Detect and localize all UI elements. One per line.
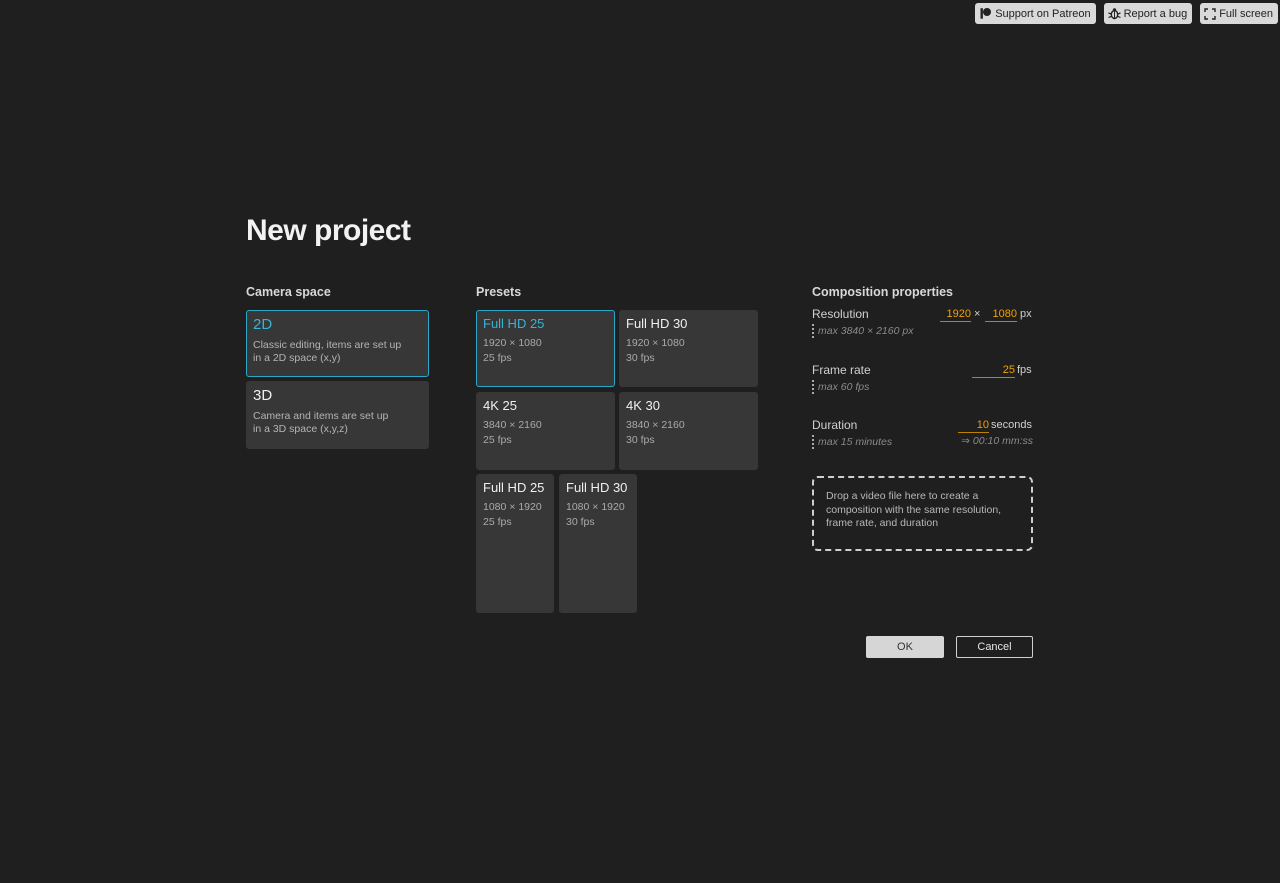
preset-title: 4K 25	[483, 398, 517, 413]
preset-fps: 30 fps	[626, 434, 655, 446]
preset-title: Full HD 25	[483, 316, 545, 331]
support-patreon-button[interactable]: Support on Patreon	[975, 3, 1096, 24]
composition-heading: Composition properties	[812, 285, 953, 299]
dropzone-text-line1: Drop a video file here to create a	[826, 490, 979, 502]
preset-card[interactable]: Full HD 30 1920 × 1080 30 fps	[619, 310, 758, 387]
frame-rate-input[interactable]: 25	[972, 364, 1015, 378]
preset-resolution: 3840 × 2160	[626, 419, 685, 431]
camera-option-desc-line1: Classic editing, items are set up	[253, 339, 402, 351]
preset-fps: 25 fps	[483, 434, 512, 446]
preset-fps: 25 fps	[483, 352, 512, 364]
camera-option-desc-line2: in a 3D space (x,y,z)	[253, 423, 348, 435]
duration-hint: max 15 minutes	[812, 435, 892, 449]
resolution-width-input[interactable]: 1920	[940, 308, 971, 322]
preset-resolution: 1920 × 1080	[626, 337, 685, 349]
full-screen-label: Full screen	[1219, 7, 1273, 20]
preset-title: 4K 30	[626, 398, 660, 413]
duration-label: Duration	[812, 418, 858, 432]
preset-resolution: 1080 × 1920	[566, 501, 625, 513]
dropzone-text-line2: composition with the same resolution,	[826, 503, 1002, 516]
frame-rate-unit: fps	[1017, 364, 1032, 376]
preset-title: Full HD 25	[483, 480, 545, 495]
resolution-label: Resolution	[812, 307, 869, 321]
camera-option-title: 3D	[253, 387, 273, 404]
preset-resolution: 3840 × 2160	[483, 419, 542, 431]
full-screen-button[interactable]: Full screen	[1200, 3, 1278, 24]
video-drop-zone[interactable]: Drop a video file here to create a compo…	[812, 476, 1033, 551]
cancel-button[interactable]: Cancel	[956, 636, 1033, 658]
resolution-unit: px	[1020, 308, 1032, 320]
camera-space-heading: Camera space	[246, 285, 331, 299]
preset-title: Full HD 30	[566, 480, 628, 495]
preset-title: Full HD 30	[626, 316, 688, 331]
resolution-height-input[interactable]: 1080	[985, 308, 1017, 322]
duration-unit: seconds	[991, 419, 1032, 431]
patreon-icon	[979, 7, 992, 20]
top-toolbar: Support on Patreon Report a bug Full scr…	[975, 3, 1278, 24]
preset-fps: 30 fps	[566, 516, 595, 528]
preset-card[interactable]: 4K 30 3840 × 2160 30 fps	[619, 392, 758, 470]
preset-resolution: 1080 × 1920	[483, 501, 542, 513]
fullscreen-icon	[1204, 7, 1216, 20]
camera-option-3d[interactable]: 3D Camera and items are set up in a 3D s…	[246, 381, 429, 449]
dropzone-text-line3: frame rate, and duration	[826, 517, 939, 529]
preset-fps: 25 fps	[483, 516, 512, 528]
bug-icon	[1107, 7, 1121, 20]
frame-rate-label: Frame rate	[812, 363, 871, 377]
report-bug-label: Report a bug	[1123, 7, 1188, 20]
camera-option-desc-line2: in a 2D space (x,y)	[253, 352, 341, 364]
ok-button[interactable]: OK	[866, 636, 944, 658]
page-title: New project	[246, 214, 411, 247]
support-patreon-label: Support on Patreon	[995, 7, 1091, 20]
presets-heading: Presets	[476, 285, 522, 299]
camera-option-desc-line1: Camera and items are set up	[253, 410, 389, 422]
preset-fps: 30 fps	[626, 352, 655, 364]
preset-resolution: 1920 × 1080	[483, 337, 542, 349]
resolution-hint: max 3840 × 2160 px	[812, 324, 913, 338]
preset-card[interactable]: Full HD 25 1080 × 1920 25 fps	[476, 474, 554, 613]
resolution-times-sign: ×	[974, 308, 981, 320]
duration-mmss-readout: ⇒ 00:10 mm:ss	[961, 435, 1033, 447]
camera-option-2d[interactable]: 2D Classic editing, items are set up in …	[246, 310, 429, 377]
preset-card[interactable]: Full HD 25 1920 × 1080 25 fps	[476, 310, 615, 387]
camera-option-title: 2D	[253, 316, 273, 333]
duration-input[interactable]: 10	[958, 419, 989, 433]
frame-rate-hint: max 60 fps	[812, 380, 869, 394]
preset-card[interactable]: 4K 25 3840 × 2160 25 fps	[476, 392, 615, 470]
report-bug-button[interactable]: Report a bug	[1103, 3, 1193, 24]
preset-card[interactable]: Full HD 30 1080 × 1920 30 fps	[559, 474, 637, 613]
